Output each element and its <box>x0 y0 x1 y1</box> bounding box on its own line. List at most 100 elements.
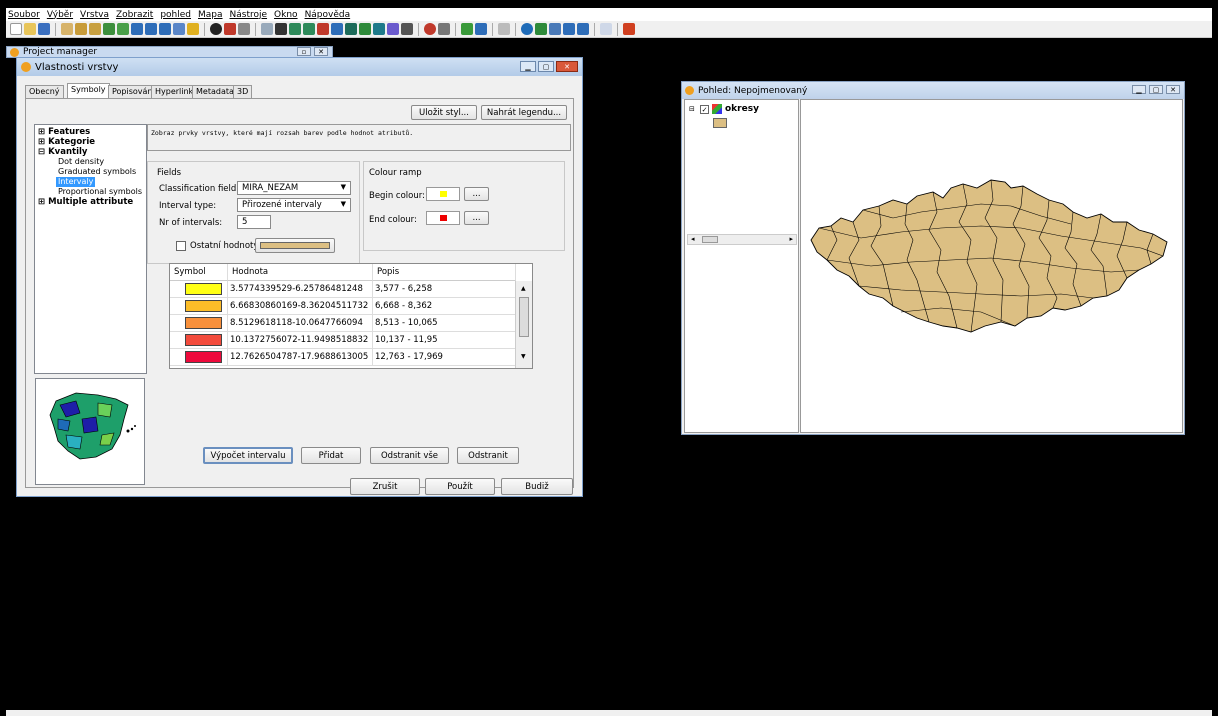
clear-selection-icon[interactable] <box>387 23 399 35</box>
begin-colour-button[interactable]: ... <box>464 187 489 201</box>
tree-node-kvantily[interactable]: ⊟ Kvantily <box>38 147 143 157</box>
zoom-back-icon[interactable] <box>173 23 185 35</box>
print-icon[interactable] <box>238 23 250 35</box>
tree-node-multiple-attribute[interactable]: ⊞ Multiple attribute <box>38 197 143 207</box>
other-values-color-button[interactable] <box>255 238 335 253</box>
link-icon[interactable] <box>261 23 273 35</box>
toc-hscrollbar[interactable]: ◂ ▸ <box>687 234 797 245</box>
chart-icon[interactable] <box>549 23 561 35</box>
tab-obecny[interactable]: Obecný <box>25 85 64 99</box>
scroll-down-icon[interactable]: ▼ <box>521 353 526 360</box>
zoom-out-icon[interactable] <box>117 23 129 35</box>
select-all-icon[interactable] <box>359 23 371 35</box>
open-icon[interactable] <box>24 23 36 35</box>
scroll-thumb[interactable] <box>702 236 718 243</box>
symbol-cell[interactable] <box>170 332 228 349</box>
save-style-button[interactable]: Uložit styl... <box>411 105 477 120</box>
zoom-layer-icon[interactable] <box>131 23 143 35</box>
legend-icon[interactable] <box>577 23 589 35</box>
label-cell[interactable]: 6,668 - 8,362 <box>373 298 516 315</box>
label-cell[interactable]: 8,513 - 10,065 <box>373 315 516 332</box>
menu-okno[interactable]: Okno <box>274 10 298 20</box>
cancel-button[interactable]: Zrušit <box>350 478 420 495</box>
table-row[interactable]: 6.66830860169-8.36204511732 6,668 - 8,362 <box>170 298 516 315</box>
scroll-left-icon[interactable]: ◂ <box>691 235 695 243</box>
zoom-minus-icon[interactable] <box>159 23 171 35</box>
tree-node-features[interactable]: ⊞ Features <box>38 127 143 137</box>
zoom-page-icon[interactable] <box>187 23 199 35</box>
tree-leaf-graduated-symbols[interactable]: Graduated symbols <box>38 167 143 177</box>
select-circle-icon[interactable] <box>317 23 329 35</box>
map-canvas[interactable] <box>800 99 1183 433</box>
filter-icon[interactable] <box>401 23 413 35</box>
invert-selection-icon[interactable] <box>373 23 385 35</box>
value-cell[interactable]: 3.5774339529-6.25786481248 <box>228 281 373 298</box>
measure-icon[interactable] <box>224 23 236 35</box>
restore-button[interactable]: ▫ <box>297 47 311 56</box>
value-cell[interactable]: 10.1372756072-11.9498518832 <box>228 332 373 349</box>
close-button[interactable]: ✕ <box>556 61 578 72</box>
zoom-extent-icon[interactable] <box>75 23 87 35</box>
view-titlebar[interactable]: Pohled: Nepojmenovaný ▁ ▢ ✕ <box>682 82 1184 99</box>
table-scrollbar[interactable]: ▲ ▼ <box>515 281 532 368</box>
nr-of-intervals-input[interactable]: 5 <box>237 215 271 229</box>
apply-button[interactable]: Použít <box>425 478 495 495</box>
select-poly-icon[interactable] <box>303 23 315 35</box>
symbol-cell[interactable] <box>170 315 228 332</box>
tree-node-kategorie[interactable]: ⊞ Kategorie <box>38 137 143 147</box>
stop-icon[interactable] <box>424 23 436 35</box>
globe-icon[interactable] <box>521 23 533 35</box>
label-cell[interactable]: 10,137 - 11,95 <box>373 332 516 349</box>
ok-button[interactable]: Budiž <box>501 478 573 495</box>
remove-button[interactable]: Odstranit <box>457 447 519 464</box>
tree-leaf-dot-density[interactable]: Dot density <box>38 157 143 167</box>
collapse-icon[interactable]: ⊟ <box>689 105 695 113</box>
extension-icon[interactable] <box>623 23 635 35</box>
tree-leaf-proportional-symbols[interactable]: Proportional symbols <box>38 187 143 197</box>
tab-metadata[interactable]: Metadata <box>192 85 238 99</box>
remove-all-button[interactable]: Odstranit vše <box>370 447 449 464</box>
value-cell[interactable]: 12.7626504787-17.9688613005 <box>228 349 373 366</box>
table-row[interactable]: 3.5774339529-6.25786481248 3,577 - 6,258 <box>170 281 516 298</box>
menu-napoveda[interactable]: Nápověda <box>305 10 351 20</box>
minimize-button[interactable]: ▁ <box>520 61 536 72</box>
menu-vrstva[interactable]: Vrstva <box>80 10 109 20</box>
other-values-checkbox[interactable] <box>176 241 186 251</box>
close-button[interactable]: ✕ <box>314 47 328 56</box>
classification-field-select[interactable]: MIRA_NEZAM ▼ <box>237 181 351 195</box>
tab-3d[interactable]: 3D <box>233 85 253 99</box>
layer-name[interactable]: okresy <box>725 104 759 114</box>
table-row[interactable]: 12.7626504787-17.9688613005 12,763 - 17,9… <box>170 349 516 366</box>
new-icon[interactable] <box>10 23 22 35</box>
menu-vyber[interactable]: Výběr <box>47 10 73 20</box>
zoom-in-icon[interactable] <box>103 23 115 35</box>
zoom-plus-icon[interactable] <box>145 23 157 35</box>
value-cell[interactable]: 8.5129618118-10.0647766094 <box>228 315 373 332</box>
scroll-thumb[interactable] <box>519 297 529 337</box>
zoom-select-icon[interactable] <box>89 23 101 35</box>
layout-icon[interactable] <box>563 23 575 35</box>
layer-visibility-checkbox[interactable]: ✓ <box>700 105 709 114</box>
column-header-popis[interactable]: Popis <box>373 264 516 281</box>
menu-mapa[interactable]: Mapa <box>198 10 223 20</box>
load-legend-button[interactable]: Nahrát legendu... <box>481 105 567 120</box>
menu-zobrazit[interactable]: Zobrazit <box>116 10 153 20</box>
edit-icon[interactable] <box>461 23 473 35</box>
minimize-button[interactable]: ▁ <box>1132 85 1146 94</box>
import-icon[interactable] <box>475 23 487 35</box>
symbol-cell[interactable] <box>170 298 228 315</box>
select-layer-icon[interactable] <box>345 23 357 35</box>
menu-pohled[interactable]: pohled <box>160 10 191 20</box>
close-button[interactable]: ✕ <box>1166 85 1180 94</box>
table-row[interactable]: 8.5129618118-10.0647766094 8,513 - 10,065 <box>170 315 516 332</box>
tab-hyperlink[interactable]: Hyperlink <box>151 85 198 99</box>
tool-icon[interactable] <box>438 23 450 35</box>
layer-properties-titlebar[interactable]: Vlastnosti vrstvy ▁ ▢ ✕ <box>17 58 582 76</box>
table-row[interactable]: 10.1372756072-11.9498518832 10,137 - 11,9… <box>170 332 516 349</box>
scroll-right-icon[interactable]: ▸ <box>789 235 793 243</box>
end-colour-button[interactable]: ... <box>464 211 489 225</box>
calculate-intervals-button[interactable]: Výpočet intervalu <box>203 447 293 464</box>
table-icon[interactable] <box>535 23 547 35</box>
info-icon[interactable] <box>210 23 222 35</box>
graph-icon[interactable] <box>498 23 510 35</box>
